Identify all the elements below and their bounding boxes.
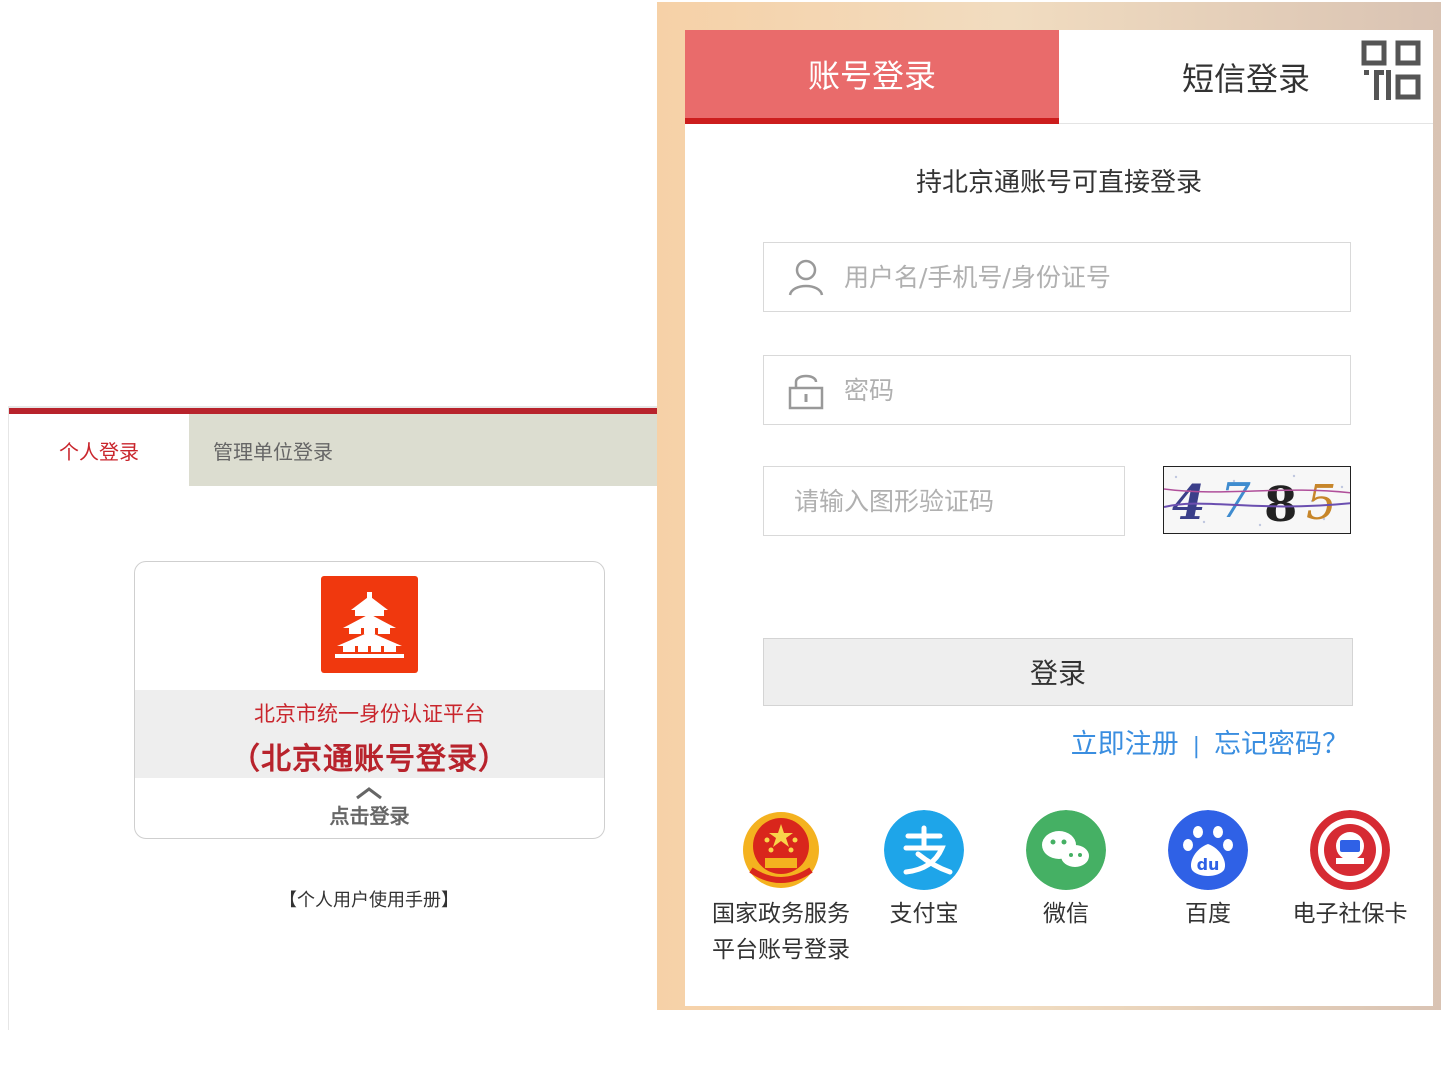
- social-security-card-login[interactable]: 电子社保卡: [1275, 810, 1425, 932]
- wechat-icon: [1026, 810, 1106, 890]
- user-manual-link[interactable]: 【个人用户使用手册】: [9, 886, 729, 912]
- national-gov-login[interactable]: 国家政务服务平台账号登录: [706, 810, 856, 968]
- tab-org-login[interactable]: 管理单位登录: [189, 414, 659, 486]
- password-input[interactable]: [842, 355, 1350, 425]
- social-security-card-login-label: 电子社保卡: [1292, 901, 1408, 927]
- alipay-login[interactable]: 支付宝: [849, 810, 999, 932]
- forgot-password-link[interactable]: 忘记密码？: [1214, 729, 1349, 760]
- account-login-box: 账号登录 短信登录 持北京通账号可直接登录 用户名/手机号/身份证号 请输入图形…: [685, 30, 1433, 1006]
- temple-of-heaven-logo-icon: [321, 576, 418, 673]
- tab-personal-login[interactable]: 个人登录: [9, 414, 189, 486]
- tab-account-login[interactable]: 账号登录: [685, 30, 1059, 124]
- svg-text:8: 8: [1264, 477, 1297, 533]
- wechat-login[interactable]: 微信: [991, 810, 1141, 932]
- captcha-image[interactable]: 4 7 8 5: [1163, 466, 1351, 534]
- link-separator: |: [1192, 734, 1200, 759]
- national-gov-login-label: 国家政务服务平台账号登录: [712, 901, 850, 963]
- username-field[interactable]: [763, 242, 1351, 312]
- qr-code-icon[interactable]: [1361, 40, 1421, 102]
- login-subtitle: 持北京通账号可直接登录: [915, 168, 1202, 198]
- click-login-label[interactable]: 点击登录: [135, 800, 604, 829]
- alipay-icon: [884, 810, 964, 890]
- svg-text:du: du: [1197, 855, 1220, 874]
- login-button[interactable]: 登录: [763, 638, 1353, 706]
- chevron-up-icon: [356, 787, 382, 800]
- username-input[interactable]: [842, 242, 1350, 312]
- wechat-login-label: 微信: [1043, 901, 1089, 927]
- social-security-icon: [1310, 810, 1390, 890]
- svg-text:5: 5: [1306, 475, 1337, 531]
- card-title-band: 北京市统一身份认证平台 （北京通账号登录）: [135, 690, 604, 778]
- baidu-login-label: 百度: [1185, 901, 1231, 927]
- svg-text:7: 7: [1220, 473, 1251, 529]
- login-type-tabs: 个人登录 管理单位登录: [9, 414, 659, 486]
- user-icon: [788, 259, 824, 296]
- password-field[interactable]: [763, 355, 1351, 425]
- alipay-login-label: 支付宝: [889, 901, 959, 927]
- baidu-login[interactable]: du 百度: [1133, 810, 1283, 932]
- beijingtong-login-title: （北京通账号登录）: [230, 742, 509, 777]
- national-emblem-icon: [743, 812, 819, 888]
- baidu-icon: du: [1168, 810, 1248, 890]
- platform-name: 北京市统一身份认证平台: [254, 702, 485, 726]
- captcha-input[interactable]: [792, 466, 1124, 536]
- account-links: 立即注册 | 忘记密码？: [1071, 722, 1349, 761]
- panel-top-bar: [9, 406, 659, 414]
- beijingtong-login-card[interactable]: 北京市统一身份认证平台 （北京通账号登录） 点击登录: [134, 561, 605, 839]
- register-link[interactable]: 立即注册: [1071, 729, 1179, 760]
- lock-icon: [788, 374, 824, 410]
- personal-login-panel: 个人登录 管理单位登录 北京市统一身份认证平台 （北京通账号登录） 点击登录 【…: [8, 406, 659, 1030]
- captcha-field[interactable]: [763, 466, 1125, 536]
